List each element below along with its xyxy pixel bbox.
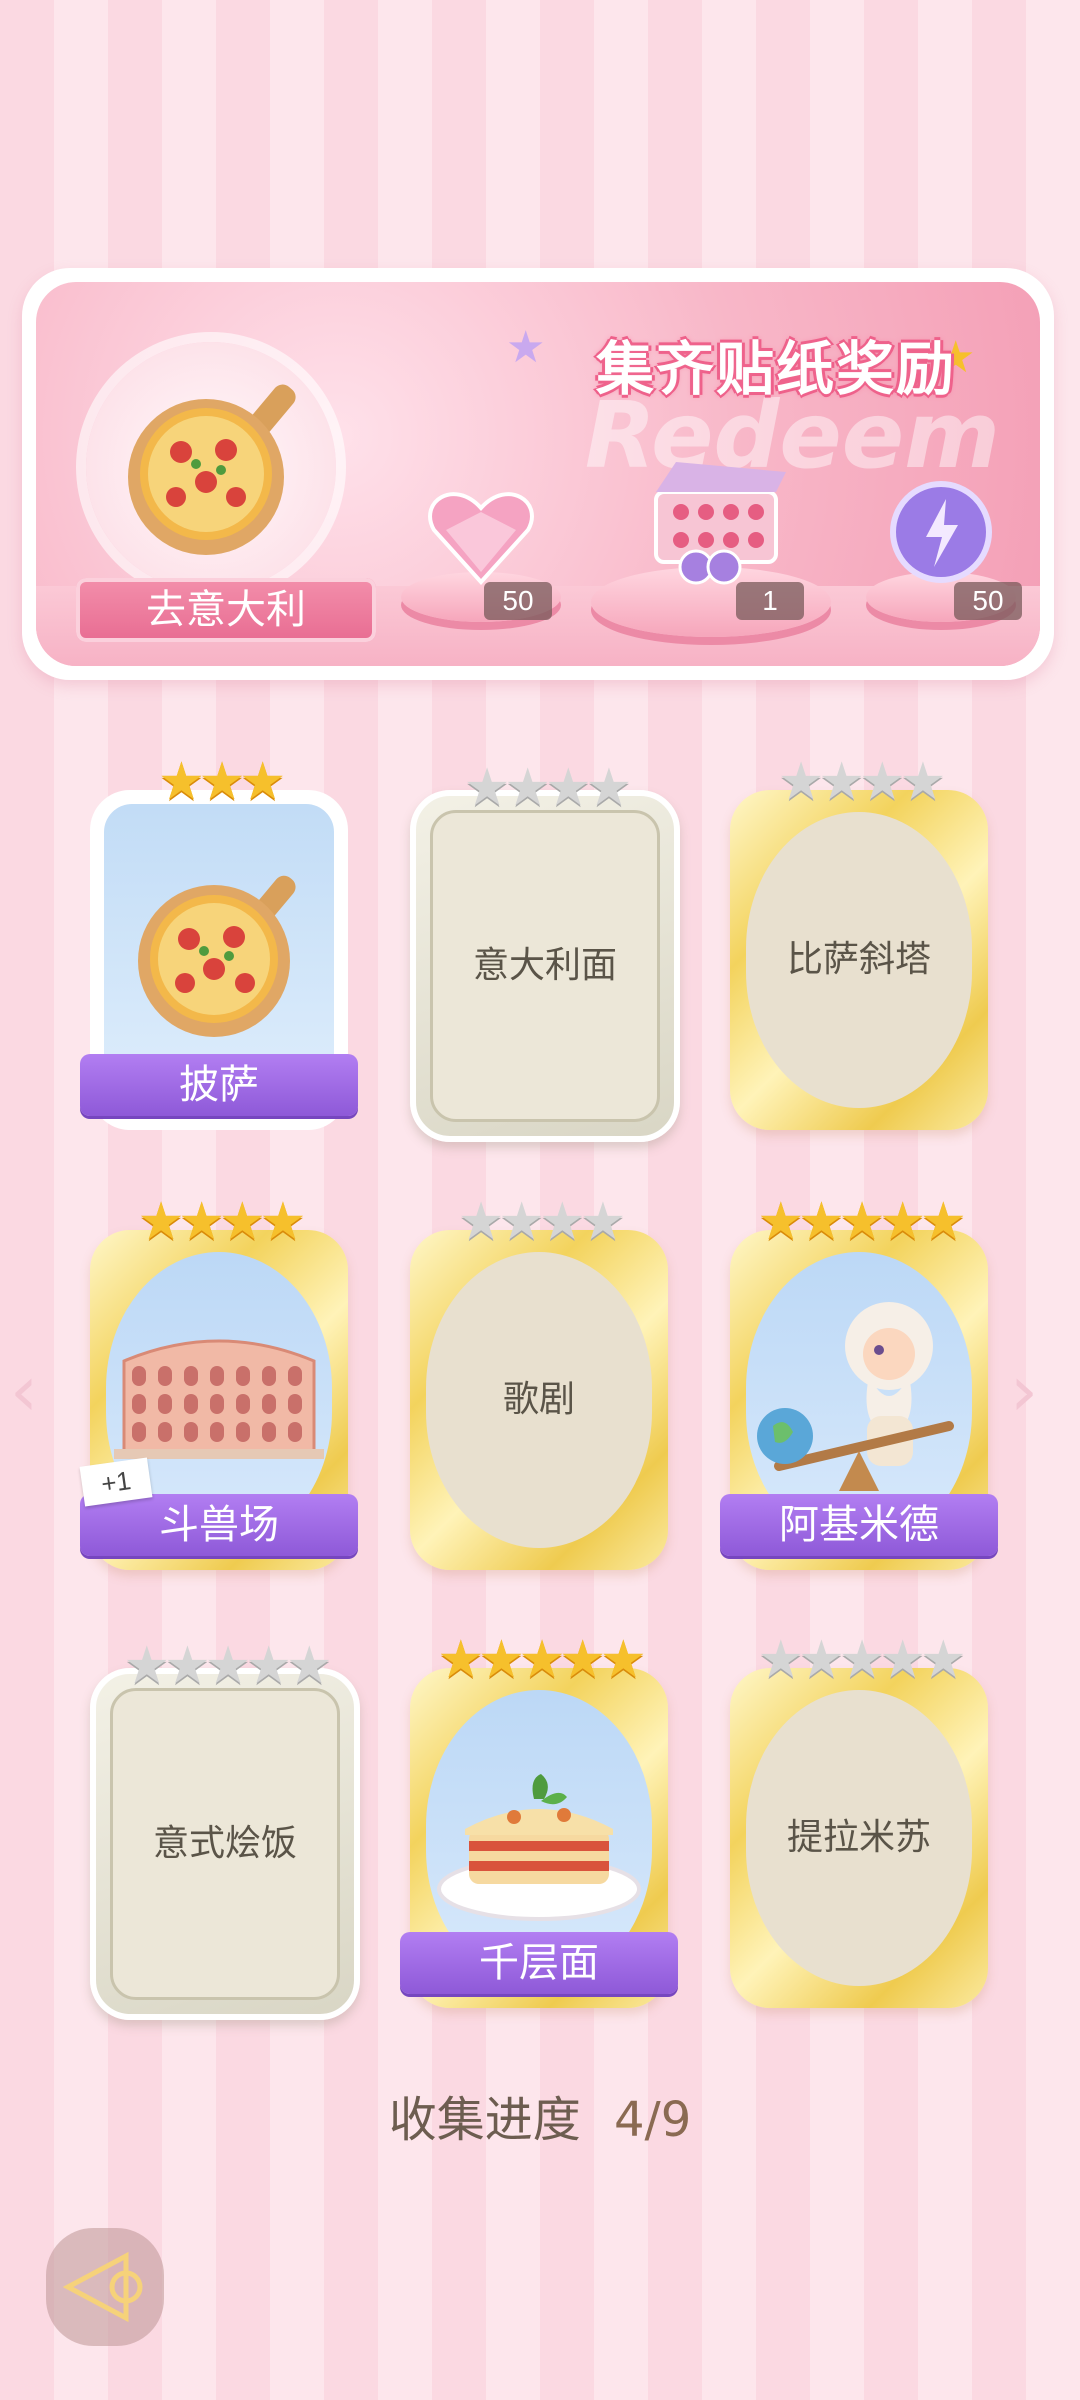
- star-icon: ★: [158, 752, 205, 812]
- archimedes-icon: [749, 1276, 969, 1510]
- sticker-reward-banner: Redeem ★ ★ 集齐贴纸奖励 去意大利 50 1 50: [22, 268, 1054, 680]
- banner-title: 集齐贴纸奖励: [596, 335, 957, 403]
- back-arrow-icon: [62, 2251, 143, 2323]
- star-icon: ★: [757, 1630, 804, 1690]
- sticker-card[interactable]: ★★★★ 斗兽场 +1: [79, 1192, 358, 1570]
- star-icon: ★: [798, 1630, 845, 1690]
- star-icon: ★: [463, 758, 511, 818]
- star-icon: ★: [899, 752, 947, 812]
- reward-count-badge: 50: [484, 582, 552, 620]
- star-icon: ★: [818, 752, 865, 812]
- star-icon: ★: [777, 752, 825, 812]
- star-icon: ★: [204, 1636, 252, 1696]
- star-icon: ★: [259, 1192, 307, 1252]
- sticker-card[interactable]: ★★★★★ 提拉米苏: [730, 1630, 988, 2008]
- star-icon: ★: [178, 1192, 225, 1252]
- star-icon: ★: [798, 1192, 845, 1252]
- sticker-name: 斗兽场: [80, 1494, 358, 1556]
- star-icon: ★: [879, 1192, 926, 1252]
- sticker-card[interactable]: ★★★ 披萨: [80, 752, 358, 1130]
- star-icon: ★: [219, 1192, 266, 1252]
- star-rating: ★★★★★: [730, 1630, 988, 1690]
- sticker-card[interactable]: ★★★★★ 阿基米德: [720, 1192, 998, 1570]
- star-icon: ★: [504, 758, 551, 818]
- pizza-icon: [119, 851, 319, 1055]
- reward-count-badge: 1: [736, 582, 804, 620]
- star-icon: ★: [539, 1192, 586, 1252]
- star-icon: ★: [859, 752, 906, 812]
- heart-gem-icon[interactable]: [426, 482, 536, 592]
- sticker-name: 阿基米德: [720, 1494, 998, 1556]
- sticker-card[interactable]: ★★★★★ 千层面: [400, 1630, 678, 2008]
- star-icon: ★: [879, 1630, 926, 1690]
- star-icon: ★: [545, 758, 592, 818]
- sticker-name: 比萨斜塔: [786, 939, 931, 980]
- star-icon: ★: [437, 1630, 484, 1690]
- sticker-name: 千层面: [400, 1932, 678, 1994]
- progress-label: 收集进度: [388, 2092, 581, 2148]
- star-icon: ★: [559, 1630, 606, 1690]
- star-rating: ★★★★: [416, 758, 674, 818]
- star-rating: ★★★★: [730, 752, 988, 812]
- sticker-name: 意大利面: [472, 945, 617, 986]
- reward-count-badge: 50: [954, 582, 1022, 620]
- sticker-card[interactable]: ★★★★ 歌剧: [410, 1192, 668, 1570]
- chevron-left-icon[interactable]: ‹: [10, 1350, 38, 1432]
- collection-progress: 收集进度 4/9: [0, 2080, 1080, 2150]
- theme-label-ribbon: 去意大利: [76, 578, 376, 642]
- sticker-card[interactable]: ★★★★ 意大利面: [410, 758, 680, 1142]
- sticker-card[interactable]: ★★★★★ 意式烩饭: [90, 1636, 360, 2020]
- star-icon: ★: [838, 1630, 886, 1690]
- star-icon: ★: [285, 1636, 333, 1696]
- sticker-name: 意式烩饭: [152, 1823, 297, 1864]
- star-icon: ★: [457, 1192, 505, 1252]
- star-icon: ★: [239, 752, 286, 812]
- star-icon: ★: [919, 1630, 967, 1690]
- star-rating: ★★★★★: [96, 1636, 354, 1696]
- back-button[interactable]: [46, 2228, 164, 2346]
- gift-box-icon[interactable]: [636, 452, 796, 592]
- star-icon: ★: [579, 1192, 627, 1252]
- star-icon: ★: [518, 1630, 566, 1690]
- star-icon: ★: [599, 1630, 647, 1690]
- star-rating: ★★★★: [410, 1192, 668, 1252]
- energy-orb-icon[interactable]: [886, 477, 996, 587]
- colosseum-icon: [114, 1311, 324, 1475]
- sticker-card[interactable]: ★★★★ 比萨斜塔: [730, 752, 988, 1130]
- star-icon: ★: [919, 1192, 967, 1252]
- progress-value: 4/9: [614, 2092, 692, 2148]
- star-icon: ★: [245, 1636, 292, 1696]
- theme-plate: [86, 342, 336, 592]
- star-icon: ★: [838, 1192, 886, 1252]
- star-icon: ★: [123, 1636, 170, 1696]
- star-icon: ★: [137, 1192, 185, 1252]
- star-rating: ★★★★★: [730, 1192, 988, 1252]
- star-rating: ★★★: [90, 752, 348, 812]
- star-rating: ★★★★: [90, 1192, 348, 1252]
- sticker-name: 披萨: [80, 1054, 358, 1116]
- sparkle-star-icon: ★: [506, 322, 546, 373]
- star-icon: ★: [585, 758, 633, 818]
- sticker-name: 歌剧: [502, 1379, 575, 1420]
- star-icon: ★: [498, 1192, 545, 1252]
- star-icon: ★: [164, 1636, 211, 1696]
- star-rating: ★★★★★: [410, 1630, 668, 1690]
- pizza-icon: [128, 384, 296, 555]
- star-icon: ★: [757, 1192, 804, 1252]
- lasagna-icon: [429, 1729, 649, 1933]
- star-icon: ★: [198, 752, 246, 812]
- sticker-name: 提拉米苏: [786, 1817, 931, 1858]
- star-icon: ★: [478, 1630, 525, 1690]
- banner-background: Redeem ★ ★ 集齐贴纸奖励 去意大利 50 1 50: [36, 282, 1040, 666]
- chevron-right-icon[interactable]: ›: [1010, 1350, 1038, 1432]
